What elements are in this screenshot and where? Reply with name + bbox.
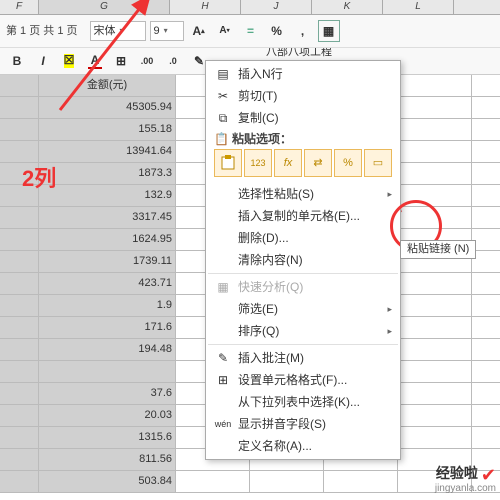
- paste-icon: 📋: [214, 133, 232, 145]
- cell[interactable]: [39, 361, 176, 382]
- menu-paste-special[interactable]: 选择性粘贴(S)▸: [208, 183, 398, 205]
- cell[interactable]: 132.9: [39, 185, 176, 206]
- cell[interactable]: [398, 339, 472, 360]
- chevron-right-icon: ▸: [387, 190, 392, 199]
- cell[interactable]: [398, 273, 472, 294]
- cell[interactable]: [398, 405, 472, 426]
- menu-phonetic[interactable]: wén显示拼音字段(S): [208, 413, 398, 435]
- merged-header-fragment: 八部八项工程: [266, 47, 332, 58]
- cell[interactable]: 171.6: [39, 317, 176, 338]
- cell[interactable]: [324, 471, 398, 492]
- cell[interactable]: [0, 207, 39, 228]
- col-header-J[interactable]: J: [241, 0, 312, 14]
- cell[interactable]: [0, 119, 39, 140]
- cell[interactable]: [0, 427, 39, 448]
- comma-button[interactable]: ,: [292, 20, 314, 42]
- menu-insert-n-rows[interactable]: ▤插入N行: [208, 63, 398, 85]
- cell[interactable]: 1315.6: [39, 427, 176, 448]
- cell[interactable]: 811.56: [39, 449, 176, 470]
- paste-normal-button[interactable]: [214, 149, 242, 177]
- menu-copy[interactable]: ⧉复制(C): [208, 107, 398, 129]
- menu-sort[interactable]: 排序(Q)▸: [208, 320, 398, 342]
- chevron-right-icon: ▸: [387, 305, 392, 314]
- format-cells-icon: ⊞: [214, 374, 232, 386]
- percent-button[interactable]: %: [266, 20, 288, 42]
- context-menu: ▤插入N行 ✂剪切(T) ⧉复制(C) 📋粘贴选项： 123 fx ⇄ % ▭ …: [205, 60, 401, 460]
- menu-pick-from-list[interactable]: 从下拉列表中选择(K)...: [208, 391, 398, 413]
- menu-quick-analysis: ▦快速分析(Q): [208, 276, 398, 298]
- chevron-right-icon: ▸: [387, 327, 392, 336]
- format-button[interactable]: ▦: [318, 20, 340, 42]
- cell[interactable]: 3317.45: [39, 207, 176, 228]
- col-header-H[interactable]: H: [170, 0, 241, 14]
- col-header-L[interactable]: L: [383, 0, 454, 14]
- menu-insert-copied-cells[interactable]: 插入复制的单元格(E)...: [208, 205, 398, 227]
- cell[interactable]: [0, 471, 39, 492]
- cell[interactable]: [0, 361, 39, 382]
- paste-values-button[interactable]: 123: [244, 149, 272, 177]
- cell[interactable]: [0, 383, 39, 404]
- menu-format-cells[interactable]: ⊞设置单元格格式(F)...: [208, 369, 398, 391]
- cell[interactable]: 1624.95: [39, 229, 176, 250]
- cell[interactable]: [398, 317, 472, 338]
- comment-icon: ✎: [214, 352, 232, 364]
- cell[interactable]: [0, 405, 39, 426]
- menu-delete[interactable]: 删除(D)...: [208, 227, 398, 249]
- check-icon: ✔: [481, 466, 496, 484]
- cell[interactable]: 1739.11: [39, 251, 176, 272]
- paste-options-row: 123 fx ⇄ % ▭ ⚯: [208, 147, 398, 183]
- paste-transpose-button[interactable]: ⇄: [304, 149, 332, 177]
- menu-define-name[interactable]: 定义名称(A)...: [208, 435, 398, 457]
- cell[interactable]: 155.18: [39, 119, 176, 140]
- cell[interactable]: [0, 273, 39, 294]
- cell[interactable]: [0, 295, 39, 316]
- paste-options-label: 📋粘贴选项：: [208, 129, 398, 147]
- cell[interactable]: 20.03: [39, 405, 176, 426]
- cell[interactable]: [0, 141, 39, 162]
- cell[interactable]: [0, 229, 39, 250]
- increase-font-button[interactable]: A▴: [188, 20, 210, 42]
- decrease-font-button[interactable]: A▾: [214, 20, 236, 42]
- paste-link-tooltip: 粘贴链接 (N): [400, 240, 476, 259]
- cell[interactable]: [398, 427, 472, 448]
- cell[interactable]: [0, 449, 39, 470]
- cell[interactable]: 13941.64: [39, 141, 176, 162]
- equals-button[interactable]: =: [240, 20, 262, 42]
- cell[interactable]: 503.84: [39, 471, 176, 492]
- cell[interactable]: 37.6: [39, 383, 176, 404]
- cell[interactable]: 194.48: [39, 339, 176, 360]
- cell[interactable]: [398, 295, 472, 316]
- cell[interactable]: [0, 251, 39, 272]
- annotation-arrow-1: [10, 0, 170, 120]
- menu-insert-comment[interactable]: ✎插入批注(M): [208, 347, 398, 369]
- cell[interactable]: 1873.3: [39, 163, 176, 184]
- paste-formatting-button[interactable]: %: [334, 149, 362, 177]
- paste-no-border-button[interactable]: ▭: [364, 149, 392, 177]
- cell[interactable]: 1.9: [39, 295, 176, 316]
- cell[interactable]: [250, 471, 324, 492]
- menu-filter[interactable]: 筛选(E)▸: [208, 298, 398, 320]
- scissors-icon: ✂: [214, 90, 232, 102]
- cell[interactable]: 423.71: [39, 273, 176, 294]
- cell[interactable]: [176, 471, 250, 492]
- cell[interactable]: [398, 361, 472, 382]
- cell[interactable]: [0, 317, 39, 338]
- col-header-K[interactable]: K: [312, 0, 383, 14]
- copy-icon: ⧉: [214, 112, 232, 124]
- menu-cut[interactable]: ✂剪切(T): [208, 85, 398, 107]
- watermark: 经验啦 ✔ jingyanla.com: [435, 463, 496, 494]
- paste-formulas-button[interactable]: fx: [274, 149, 302, 177]
- annotation-2col: 2列: [22, 168, 56, 190]
- cell[interactable]: [398, 383, 472, 404]
- quick-analysis-icon: ▦: [214, 281, 232, 293]
- menu-clear-contents[interactable]: 清除内容(N): [208, 249, 398, 271]
- cell[interactable]: [0, 339, 39, 360]
- phonetic-icon: wén: [214, 420, 232, 429]
- insert-rows-icon: ▤: [214, 68, 232, 80]
